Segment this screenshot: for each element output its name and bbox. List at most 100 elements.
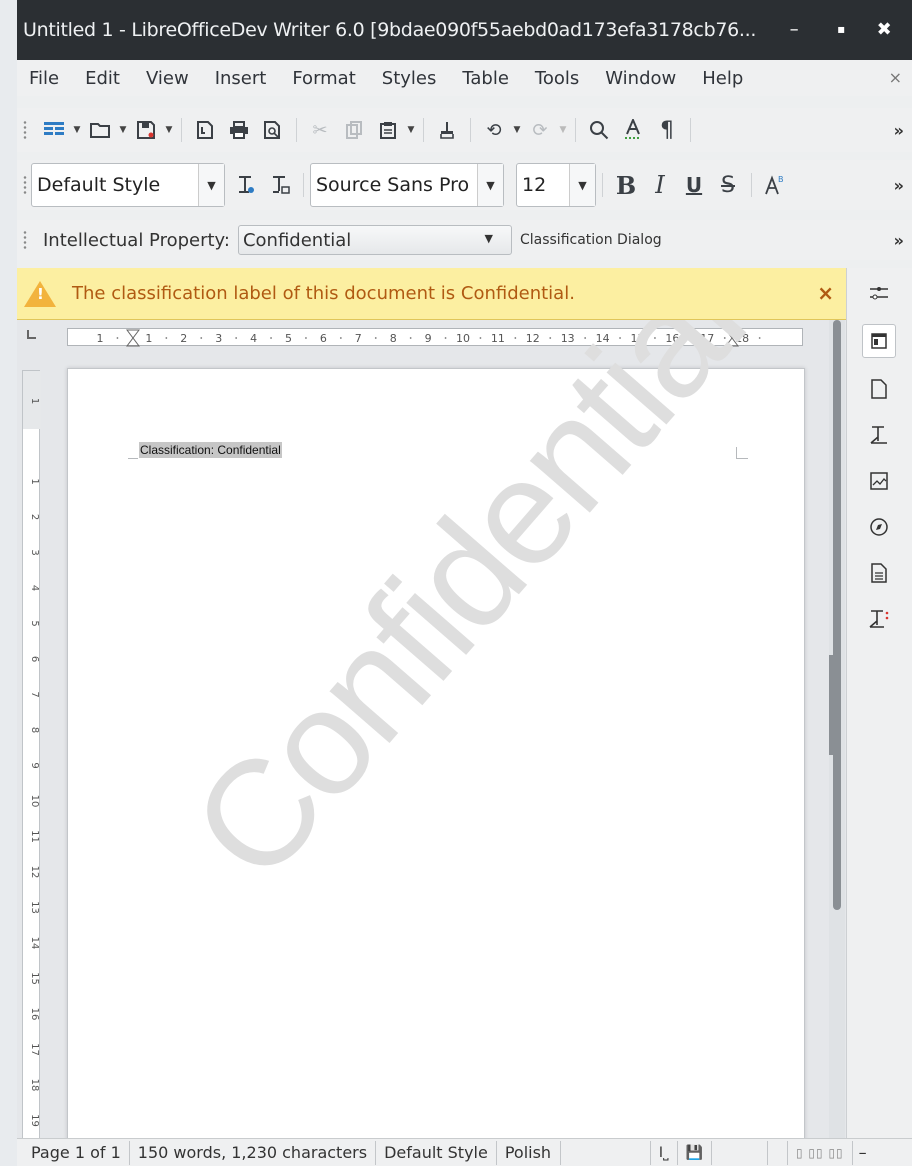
toolbar-grip[interactable] xyxy=(23,230,27,250)
ruler-tick-label: 4 xyxy=(29,585,40,591)
manage-changes-icon[interactable] xyxy=(862,556,896,590)
underline-button[interactable]: U xyxy=(677,170,711,200)
sidebar-settings-icon[interactable] xyxy=(862,276,896,310)
new-style-icon[interactable] xyxy=(263,170,297,200)
update-style-icon[interactable] xyxy=(229,170,263,200)
menu-file[interactable]: File xyxy=(17,68,72,89)
toolbar-overflow-button[interactable]: » xyxy=(894,176,904,195)
open-dropdown-icon[interactable]: ▼ xyxy=(117,125,129,135)
menu-insert[interactable]: Insert xyxy=(202,68,280,89)
status-bar: Page 1 of 1 150 words, 1,230 characters … xyxy=(17,1138,912,1166)
export-pdf-icon[interactable] xyxy=(188,115,222,145)
menu-table[interactable]: Table xyxy=(449,68,522,89)
cut-icon[interactable]: ✂ xyxy=(303,115,337,145)
undo-dropdown-icon[interactable]: ▼ xyxy=(511,125,523,135)
strikethrough-button[interactable]: S xyxy=(711,170,745,200)
close-window-button[interactable]: ✖ xyxy=(871,16,897,42)
toolbar-overflow-button[interactable]: » xyxy=(894,231,904,250)
redo-dropdown-icon[interactable]: ▼ xyxy=(557,125,569,135)
header-classification-text[interactable]: Classification: Confidential xyxy=(139,442,282,458)
classification-dialog-button[interactable]: Classification Dialog xyxy=(520,232,662,248)
infobar-close-button[interactable]: × xyxy=(817,281,834,305)
open-folder-icon[interactable] xyxy=(83,115,117,145)
ruler-tick-mark xyxy=(116,337,119,339)
menu-format[interactable]: Format xyxy=(279,68,368,89)
close-document-button[interactable]: × xyxy=(889,68,902,87)
page-count[interactable]: Page 1 of 1 xyxy=(17,1140,130,1165)
save-dropdown-icon[interactable]: ▼ xyxy=(163,125,175,135)
bold-button[interactable]: B xyxy=(609,170,643,200)
ruler-tick-label: 2 xyxy=(180,332,187,345)
paste-icon[interactable] xyxy=(371,115,405,145)
sidebar-collapse-handle[interactable] xyxy=(829,655,835,755)
ruler-tick-label: 17 xyxy=(29,1043,40,1056)
tab-stop-icon[interactable] xyxy=(27,330,36,339)
infobar-message: The classification label of this documen… xyxy=(72,283,575,304)
print-preview-icon[interactable] xyxy=(256,115,290,145)
new-document-icon[interactable] xyxy=(37,115,71,145)
toolbar-separator xyxy=(296,118,297,142)
view-layout-icon[interactable]: ▯ ▯▯ ▯▯ xyxy=(788,1140,853,1165)
font-size-combo[interactable]: 12 ▼ xyxy=(516,163,596,207)
toolbar-grip[interactable] xyxy=(23,120,27,140)
paste-dropdown-icon[interactable]: ▼ xyxy=(405,125,417,135)
menu-tools[interactable]: Tools xyxy=(522,68,592,89)
maximize-button[interactable]: ▪ xyxy=(828,16,854,42)
chevron-down-icon[interactable]: ▼ xyxy=(477,164,503,206)
menu-styles[interactable]: Styles xyxy=(369,68,450,89)
ruler-tick-label: 19 xyxy=(29,1114,40,1127)
vertical-ruler[interactable]: 1 1 2 3 4 5 6 7 8 9 10 11 12 13 14 15 16 17 18 19 xyxy=(22,370,41,1138)
navigator-icon[interactable] xyxy=(862,510,896,544)
ruler-tick-mark xyxy=(305,337,307,339)
font-name-combo[interactable]: Source Sans Pro ▼ xyxy=(310,163,504,207)
word-count[interactable]: 150 words, 1,230 characters xyxy=(130,1140,377,1165)
scrollbar-thumb[interactable] xyxy=(833,320,841,910)
ruler-tick-label: 1 xyxy=(145,332,152,345)
document-modified-icon[interactable]: 💾 xyxy=(678,1140,712,1165)
ruler-tick-label: 10 xyxy=(456,332,470,345)
sidebar-deck xyxy=(846,268,912,1138)
menu-help[interactable]: Help xyxy=(689,68,756,89)
clone-formatting-icon[interactable] xyxy=(430,115,464,145)
ruler-tick-label: 9 xyxy=(29,762,40,768)
insert-mode-status[interactable]: I⎵ xyxy=(651,1140,678,1165)
chevron-down-icon[interactable]: ▼ xyxy=(569,164,595,206)
undo-icon[interactable]: ⟲ xyxy=(477,115,511,145)
toolbar-overflow-button[interactable]: » xyxy=(894,121,904,140)
classification-infobar: The classification label of this documen… xyxy=(17,268,846,320)
gallery-icon[interactable] xyxy=(862,464,896,498)
copy-icon[interactable] xyxy=(337,115,371,145)
chevron-down-icon[interactable]: ▼ xyxy=(198,164,224,206)
paragraph-style-combo[interactable]: Default Style ▼ xyxy=(31,163,225,207)
menu-view[interactable]: View xyxy=(133,68,202,89)
print-icon[interactable] xyxy=(222,115,256,145)
document-page[interactable]: Classification: Confidential Confidentia… xyxy=(67,320,805,1138)
ruler-tick-label: 12 xyxy=(526,332,540,345)
find-replace-icon[interactable] xyxy=(582,115,616,145)
ruler-tick-label: 6 xyxy=(29,656,40,662)
spelling-icon[interactable] xyxy=(616,115,650,145)
vertical-scrollbar[interactable] xyxy=(829,320,845,1138)
classification-select[interactable]: Confidential ▼ xyxy=(237,225,512,255)
properties-icon[interactable] xyxy=(862,324,896,358)
menu-edit[interactable]: Edit xyxy=(72,68,133,89)
formatting-marks-icon[interactable]: ¶ xyxy=(650,115,684,145)
styles-icon[interactable] xyxy=(862,418,896,452)
ruler-tick-mark xyxy=(549,337,552,339)
style-inspector-icon[interactable] xyxy=(862,602,896,636)
indent-marker[interactable] xyxy=(126,329,140,347)
new-dropdown-icon[interactable]: ▼ xyxy=(71,125,83,135)
superscript-icon[interactable]: B xyxy=(758,170,792,200)
page-icon[interactable] xyxy=(862,372,896,406)
italic-button[interactable]: I xyxy=(643,170,677,200)
menu-window[interactable]: Window xyxy=(592,68,689,89)
svg-text:B: B xyxy=(778,175,784,184)
language-status[interactable]: Polish xyxy=(497,1140,561,1165)
digital-signature-status[interactable] xyxy=(712,1140,768,1165)
save-icon[interactable] xyxy=(129,115,163,145)
zoom-out-button[interactable]: – xyxy=(853,1143,867,1162)
minimize-button[interactable]: – xyxy=(781,16,807,42)
toolbar-grip[interactable] xyxy=(23,175,27,195)
redo-icon[interactable]: ⟳ xyxy=(523,115,557,145)
status-paragraph-style[interactable]: Default Style xyxy=(376,1140,497,1165)
